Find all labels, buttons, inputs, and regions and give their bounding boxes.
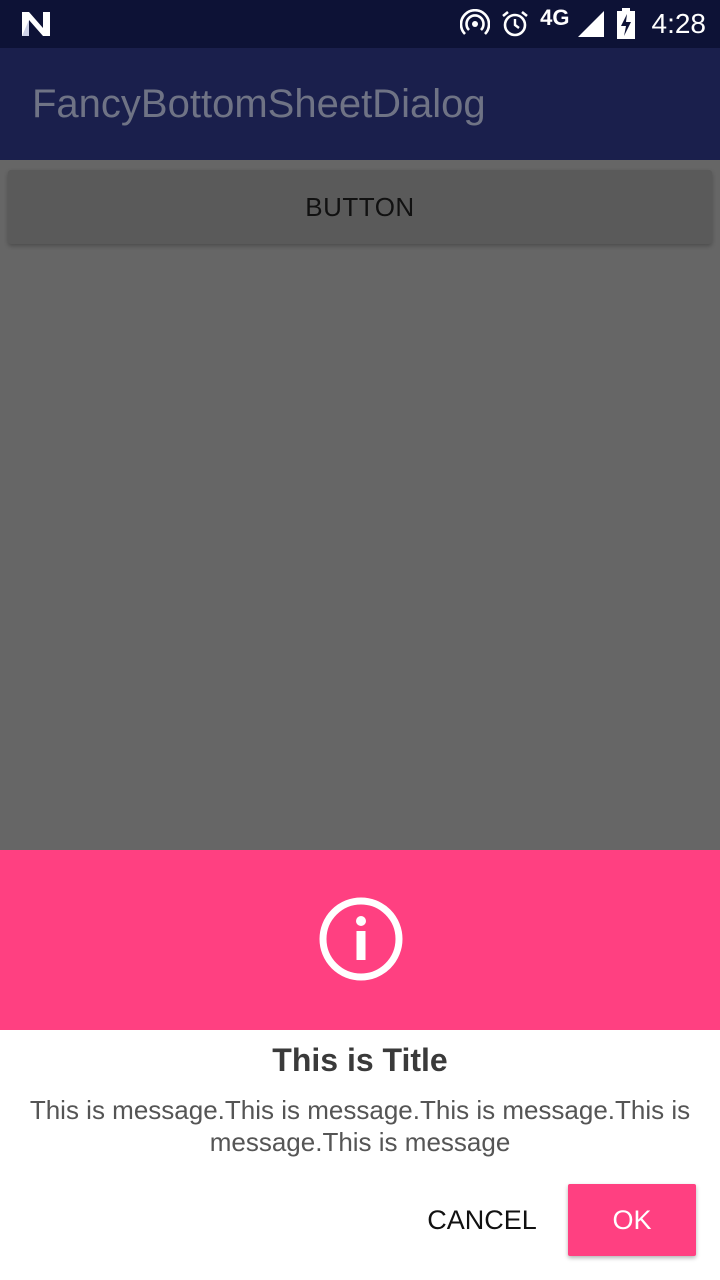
info-icon <box>319 897 403 981</box>
battery-charging-icon <box>616 8 635 39</box>
signal-icon <box>577 11 604 37</box>
dialog-title: This is Title <box>272 1042 448 1078</box>
status-bar: 4G 4:28 <box>0 0 720 48</box>
dialog-message: This is message.This is message.This is … <box>29 1095 691 1157</box>
ok-button[interactable]: OK <box>568 1184 696 1256</box>
n-logo-icon <box>22 12 50 36</box>
dialog-scrim[interactable] <box>0 160 720 850</box>
status-icons: 4G 4:28 <box>460 0 706 48</box>
cancel-button[interactable]: CANCEL <box>412 1184 552 1256</box>
app-bar: FancyBottomSheetDialog <box>0 48 720 160</box>
hotspot-icon <box>460 9 491 35</box>
app-title: FancyBottomSheetDialog <box>32 82 486 126</box>
alarm-icon <box>502 10 528 37</box>
network-type: 4G <box>540 5 570 30</box>
main-button[interactable]: BUTTON <box>8 170 712 244</box>
status-time: 4:28 <box>651 8 707 39</box>
